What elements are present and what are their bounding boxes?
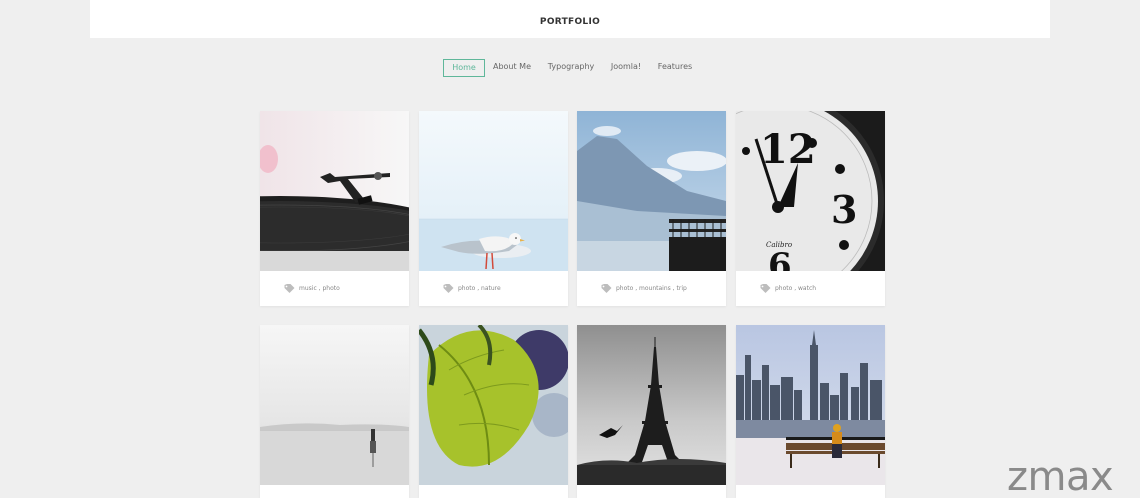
eiffel-tower-image[interactable]: [577, 325, 726, 485]
tag-icon: [760, 284, 771, 293]
header-bar: PORTFOLIO: [90, 0, 1050, 38]
card-tags[interactable]: photo , nature: [458, 285, 501, 292]
portfolio-card[interactable]: [736, 325, 885, 498]
main-nav: Home About Me Typography Joomla! Feature…: [0, 59, 1140, 77]
nav-item-typography[interactable]: Typography: [546, 59, 596, 77]
nav-item-joomla[interactable]: Joomla!: [608, 59, 644, 77]
tag-icon: [284, 284, 295, 293]
card-tags[interactable]: photo , mountains , trip: [616, 285, 687, 292]
portfolio-card[interactable]: [577, 325, 726, 498]
portfolio-card[interactable]: music , photo: [260, 111, 409, 306]
svg-text:6: 6: [768, 246, 792, 271]
portfolio-card[interactable]: photo , mountains , trip: [577, 111, 726, 306]
record-player-image[interactable]: [260, 111, 409, 271]
card-tags[interactable]: photo , watch: [775, 285, 816, 292]
portfolio-card[interactable]: [260, 325, 409, 498]
seagull-image[interactable]: [419, 111, 568, 271]
watermark: zmax: [1007, 454, 1114, 498]
portfolio-card[interactable]: [419, 325, 568, 498]
mountains-balcony-image[interactable]: [577, 111, 726, 271]
svg-text:12: 12: [760, 126, 816, 173]
green-leaf-image[interactable]: [419, 325, 568, 485]
tag-icon: [601, 284, 612, 293]
city-skyline-image[interactable]: [736, 325, 885, 485]
card-tags[interactable]: music , photo: [299, 285, 340, 292]
clock-image[interactable]: 12 3 6 Calibro: [736, 111, 885, 271]
svg-text:Calibro: Calibro: [766, 241, 792, 249]
portfolio-card[interactable]: 12 3 6 Calibro photo , watch: [736, 111, 885, 306]
portfolio-card[interactable]: photo , nature: [419, 111, 568, 306]
tag-icon: [443, 284, 454, 293]
nav-item-about-me[interactable]: About Me: [490, 59, 534, 77]
misty-lake-image[interactable]: [260, 325, 409, 485]
nav-item-features[interactable]: Features: [655, 59, 695, 77]
site-title[interactable]: PORTFOLIO: [90, 17, 1050, 27]
svg-text:3: 3: [831, 187, 857, 232]
nav-item-home[interactable]: Home: [443, 59, 485, 77]
